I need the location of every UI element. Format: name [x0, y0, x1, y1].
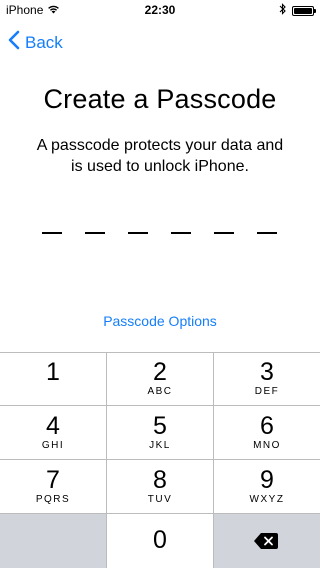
- key-digit: 9: [260, 466, 274, 494]
- key-digit: 6: [260, 412, 274, 440]
- keypad-divider: [0, 459, 320, 460]
- passcode-digit-slot: [128, 232, 148, 234]
- key-digit: 5: [153, 412, 167, 440]
- key-letters: TUV: [147, 494, 173, 505]
- key-digit: 0: [153, 526, 167, 554]
- keypad-divider: [0, 352, 320, 353]
- key-digit: 7: [46, 466, 60, 494]
- passcode-digit-slot: [257, 232, 277, 234]
- keypad-divider: [0, 405, 320, 406]
- key-letters: JKL: [149, 440, 171, 451]
- key-2[interactable]: 2 ABC: [107, 352, 213, 405]
- key-letters: GHI: [41, 440, 65, 451]
- key-6[interactable]: 6 MNO: [214, 406, 320, 459]
- keypad-blank-key: [0, 514, 106, 568]
- passcode-entry-field: [42, 232, 278, 236]
- passcode-options-link[interactable]: Passcode Options: [0, 313, 320, 329]
- passcode-digit-slot: [85, 232, 105, 234]
- passcode-digit-slot: [214, 232, 234, 234]
- key-4[interactable]: 4 GHI: [0, 406, 106, 459]
- key-8[interactable]: 8 TUV: [107, 460, 213, 513]
- key-digit: 2: [153, 358, 167, 386]
- passcode-screen: iPhone 22:30 Back Create a Passcode A pa…: [0, 0, 320, 568]
- numeric-keypad: 1 2 ABC 3 DEF 4 GHI 5 JKL 6 MNO 7 PQRS 8…: [0, 352, 320, 568]
- status-right: [279, 3, 316, 18]
- back-button[interactable]: Back: [8, 30, 63, 55]
- page-title: Create a Passcode: [43, 84, 277, 114]
- back-label: Back: [25, 32, 63, 52]
- bluetooth-icon: [279, 3, 286, 18]
- keypad-divider: [213, 352, 214, 568]
- key-9[interactable]: 9 WXYZ: [214, 460, 320, 513]
- key-letters: WXYZ: [249, 494, 285, 505]
- key-digit: 4: [46, 412, 60, 440]
- key-1[interactable]: 1: [0, 352, 106, 405]
- key-letters: PQRS: [35, 494, 71, 505]
- page-subtitle: A passcode protects your data and is use…: [36, 137, 284, 175]
- key-letters: MNO: [253, 440, 281, 451]
- chevron-left-icon: [8, 30, 25, 55]
- keypad-divider: [106, 352, 107, 568]
- key-digit: 8: [153, 466, 167, 494]
- passcode-digit-slot: [171, 232, 191, 234]
- delete-key[interactable]: [214, 514, 320, 568]
- keypad-divider: [0, 513, 320, 514]
- status-bar: iPhone 22:30: [0, 0, 320, 20]
- key-0[interactable]: 0: [107, 514, 213, 568]
- key-letters: ABC: [147, 386, 173, 397]
- status-time: 22:30: [144, 3, 176, 17]
- battery-icon: [292, 5, 316, 16]
- key-digit: 3: [260, 358, 274, 386]
- key-5[interactable]: 5 JKL: [107, 406, 213, 459]
- key-digit: 1: [46, 358, 60, 386]
- passcode-digit-slot: [42, 232, 62, 234]
- key-3[interactable]: 3 DEF: [214, 352, 320, 405]
- key-7[interactable]: 7 PQRS: [0, 460, 106, 513]
- key-letters: DEF: [254, 386, 280, 397]
